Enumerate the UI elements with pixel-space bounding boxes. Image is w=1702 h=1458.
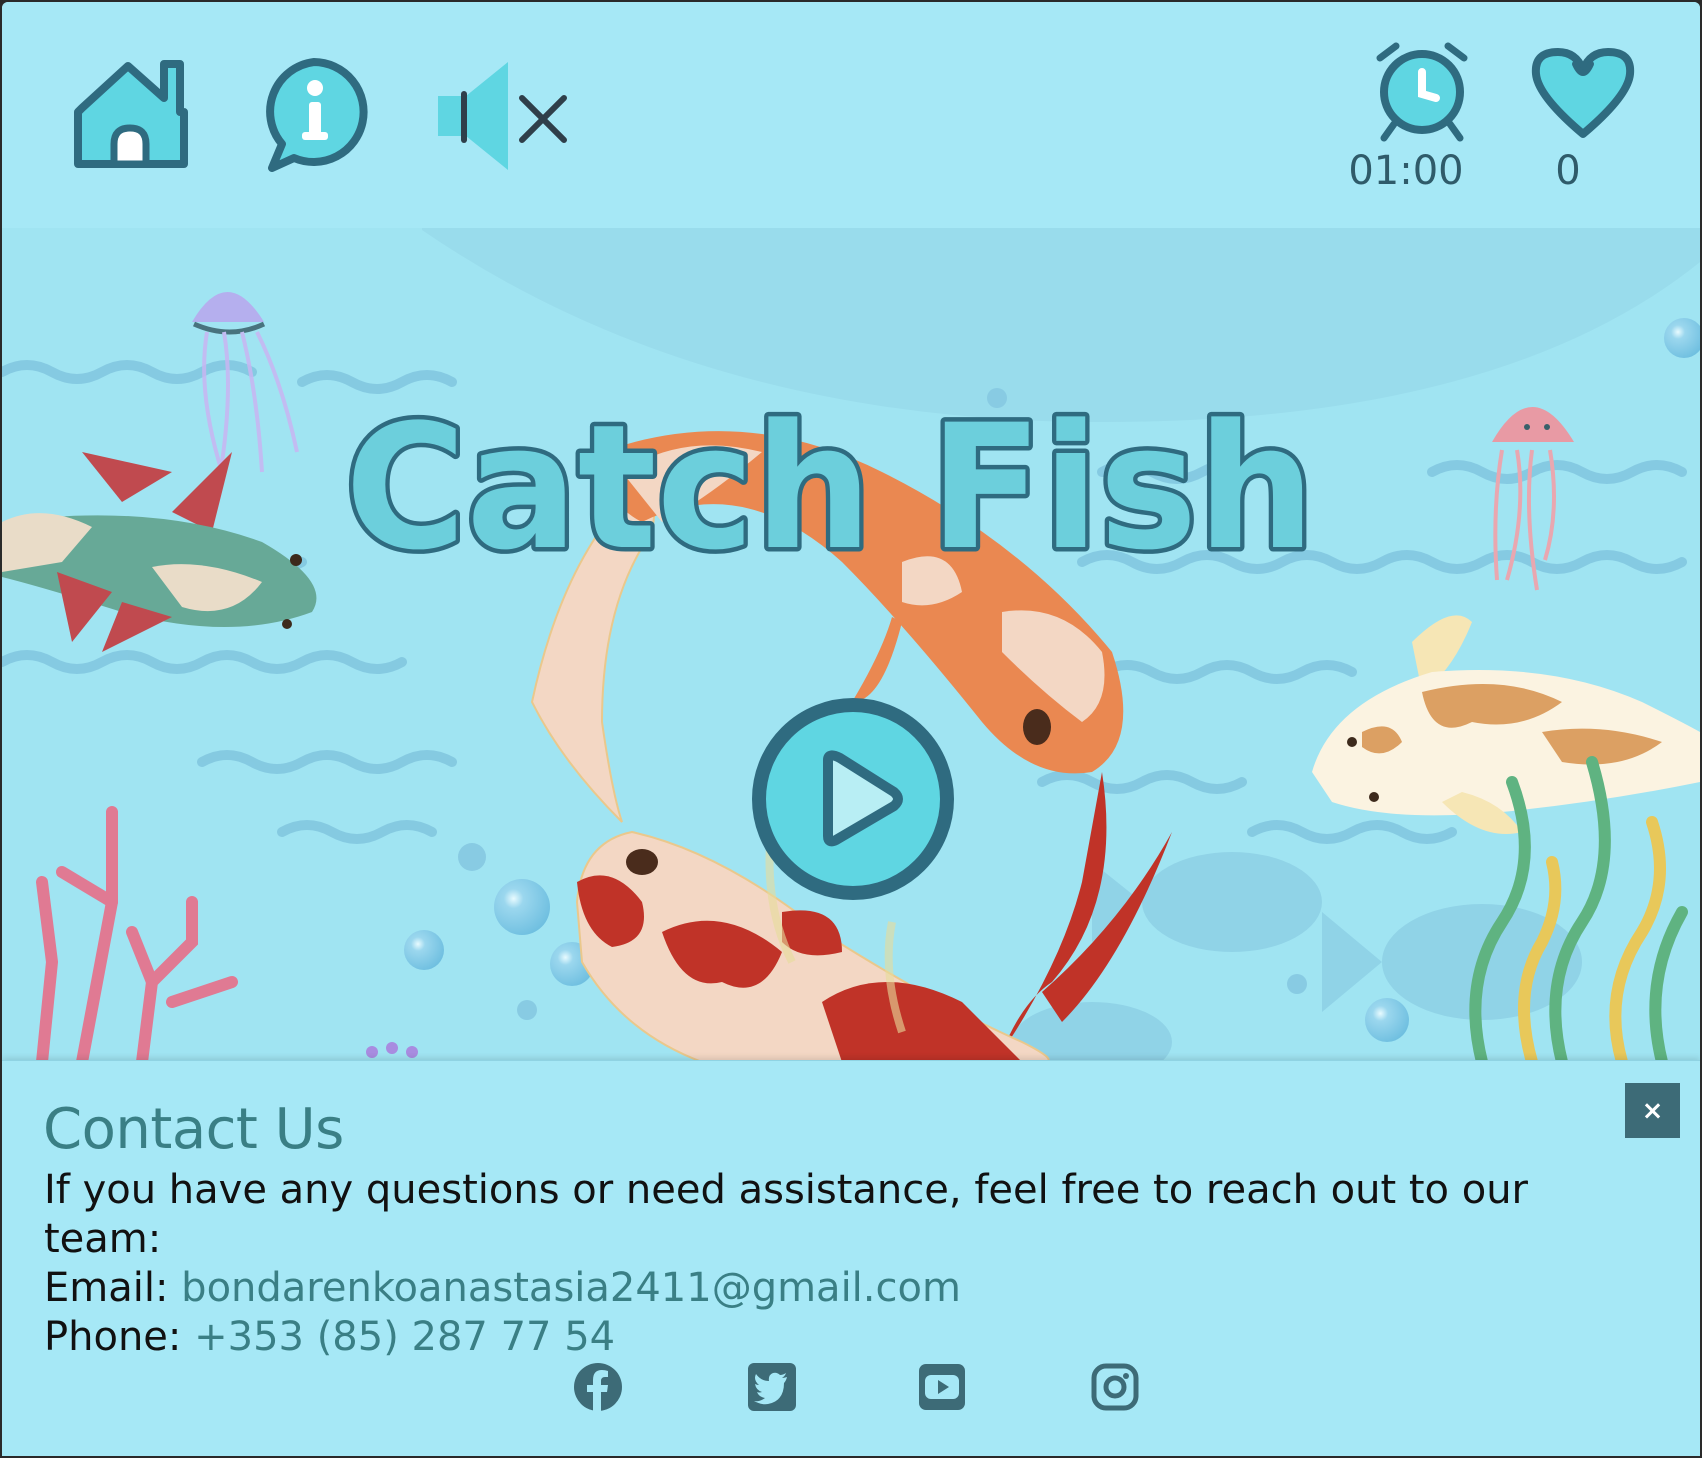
contact-description: If you have any questions or need assist… — [44, 1167, 1529, 1262]
sound-muted-icon[interactable] — [436, 60, 572, 172]
info-icon[interactable] — [258, 56, 370, 172]
alarm-clock-icon — [1376, 42, 1468, 142]
email-row: Email: bondarenkoanastasia2411@gmail.com — [44, 1264, 1614, 1313]
play-button[interactable] — [750, 696, 956, 902]
close-button[interactable]: × — [1625, 1083, 1680, 1138]
contact-panel: Contact Us × If you have any questions o… — [2, 1060, 1700, 1456]
heart-icon — [1531, 48, 1635, 138]
twitter-icon[interactable] — [746, 1361, 798, 1413]
home-icon[interactable] — [72, 56, 192, 174]
game-window: 01:00 0 Catch Fish Contact Us × If you h… — [2, 2, 1700, 1456]
facebook-icon[interactable] — [572, 1361, 624, 1413]
youtube-icon[interactable] — [916, 1361, 968, 1413]
contact-body: If you have any questions or need assist… — [44, 1166, 1614, 1362]
game-title-text: Catch Fish — [345, 387, 1315, 582]
email-label: Email: — [44, 1265, 169, 1311]
contact-title: Contact Us — [43, 1097, 344, 1162]
social-links — [2, 1361, 1700, 1421]
score-value: 0 — [1555, 148, 1581, 194]
phone-row: Phone: +353 (85) 287 77 54 — [44, 1313, 1614, 1362]
email-link[interactable]: bondarenkoanastasia2411@gmail.com — [181, 1265, 961, 1311]
game-title: Catch Fish — [342, 383, 1320, 583]
phone-label: Phone: — [44, 1314, 182, 1360]
phone-link[interactable]: +353 (85) 287 77 54 — [194, 1314, 615, 1360]
instagram-icon[interactable] — [1089, 1361, 1141, 1413]
timer-value: 01:00 — [1348, 148, 1464, 194]
